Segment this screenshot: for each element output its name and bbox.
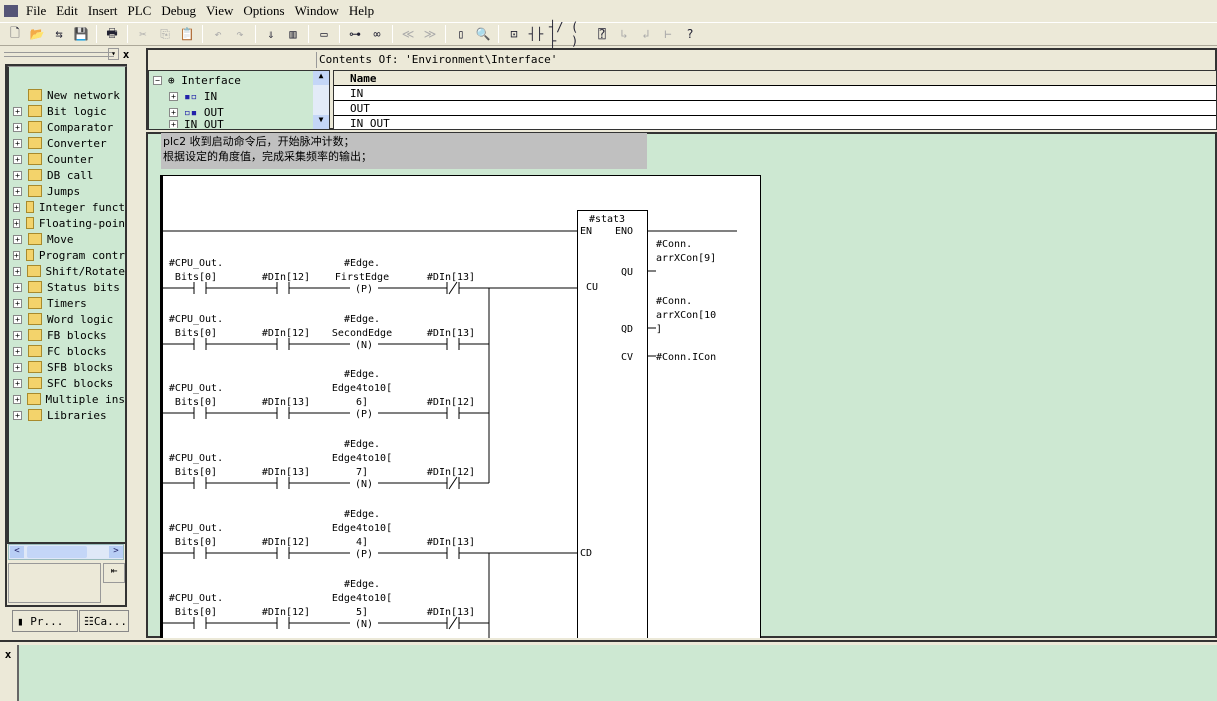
contact-gap	[277, 282, 289, 294]
pin-cv: CV	[621, 352, 633, 363]
contact-operand: #DIn[12]	[262, 607, 310, 618]
contact-operand: #CPU_Out.	[169, 593, 223, 604]
contact-gap	[447, 338, 459, 350]
edge-operand: 5]	[356, 607, 368, 618]
contact-operand: Bits[0]	[175, 328, 217, 339]
output-operand: #Conn.ICon	[656, 352, 716, 363]
details-close-button[interactable]: x	[2, 648, 14, 661]
output-operand: #Conn.	[656, 239, 692, 250]
contact-gap	[277, 617, 289, 629]
contact-operand: #DIn[13]	[262, 467, 310, 478]
contact-gap	[194, 547, 206, 559]
block-name: #stat3	[589, 214, 625, 225]
pin-cd: CD	[580, 548, 592, 559]
edge-operand: SecondEdge	[332, 328, 392, 339]
contact-gap	[194, 407, 206, 419]
edge-operand: Edge4to10[	[332, 523, 392, 534]
contact-operand: #DIn[13]	[427, 607, 475, 618]
edge-operand: Edge4to10[	[332, 593, 392, 604]
contact-gap	[194, 617, 206, 629]
ladder-diagram[interactable]: #stat3EN ENO QU #Conn. arrXCon[9] QD #Conn. arr…	[0, 0, 1217, 638]
pin-qd: QD	[621, 324, 633, 335]
contact-operand: #DIn[13]	[427, 272, 475, 283]
contact-operand: #DIn[12]	[427, 397, 475, 408]
edge-operand: #Edge.	[344, 369, 380, 380]
contact-gap	[277, 547, 289, 559]
contact-gap	[194, 477, 206, 489]
contact-operand: Bits[0]	[175, 537, 217, 548]
negative-edge-coil: (N)	[355, 619, 373, 630]
contact-gap	[277, 338, 289, 350]
positive-edge-coil: (P)	[355, 549, 373, 560]
edge-operand: Edge4to10[	[332, 453, 392, 464]
positive-edge-coil: (P)	[355, 284, 373, 295]
negative-edge-coil: (N)	[355, 340, 373, 351]
contact-operand: #CPU_Out.	[169, 258, 223, 269]
output-operand: arrXCon[9]	[656, 253, 716, 264]
edge-operand: #Edge.	[344, 258, 380, 269]
contact-operand: #CPU_Out.	[169, 453, 223, 464]
contact-operand: #DIn[13]	[427, 328, 475, 339]
positive-edge-coil: (P)	[355, 409, 373, 420]
contact-operand: #CPU_Out.	[169, 523, 223, 534]
contact-operand: Bits[0]	[175, 272, 217, 283]
contact-operand: Bits[0]	[175, 397, 217, 408]
counter-block	[577, 210, 648, 638]
contact-operand: #CPU_Out.	[169, 383, 223, 394]
edge-operand: #Edge.	[344, 314, 380, 325]
pin-en: EN	[580, 226, 592, 237]
pin-eno: ENO	[615, 226, 633, 237]
contact-gap	[277, 477, 289, 489]
contact-gap	[194, 338, 206, 350]
edge-operand: FirstEdge	[335, 272, 389, 283]
contact-operand: #DIn[13]	[427, 537, 475, 548]
edge-operand: #Edge.	[344, 509, 380, 520]
contact-operand: #DIn[12]	[427, 467, 475, 478]
edge-operand: #Edge.	[344, 439, 380, 450]
contact-operand: #DIn[13]	[262, 397, 310, 408]
pin-cu: CU	[586, 282, 598, 293]
contact-operand: Bits[0]	[175, 467, 217, 478]
edge-operand: 6]	[356, 397, 368, 408]
contact-operand: #DIn[12]	[262, 272, 310, 283]
contact-gap	[447, 407, 459, 419]
contact-operand: Bits[0]	[175, 607, 217, 618]
output-operand: #Conn.	[656, 296, 692, 307]
edge-operand: 7]	[356, 467, 368, 478]
output-operand: ]	[656, 324, 662, 335]
contact-gap	[447, 547, 459, 559]
edge-operand: Edge4to10[	[332, 383, 392, 394]
contact-gap	[194, 282, 206, 294]
edge-operand: #Edge.	[344, 579, 380, 590]
contact-gap	[277, 407, 289, 419]
contact-operand: #CPU_Out.	[169, 314, 223, 325]
pin-qu: QU	[621, 267, 633, 278]
negative-edge-coil: (N)	[355, 479, 373, 490]
edge-operand: 4]	[356, 537, 368, 548]
details-area	[17, 645, 1217, 701]
output-operand: arrXCon[10	[656, 310, 716, 321]
contact-operand: #DIn[12]	[262, 537, 310, 548]
contact-operand: #DIn[12]	[262, 328, 310, 339]
